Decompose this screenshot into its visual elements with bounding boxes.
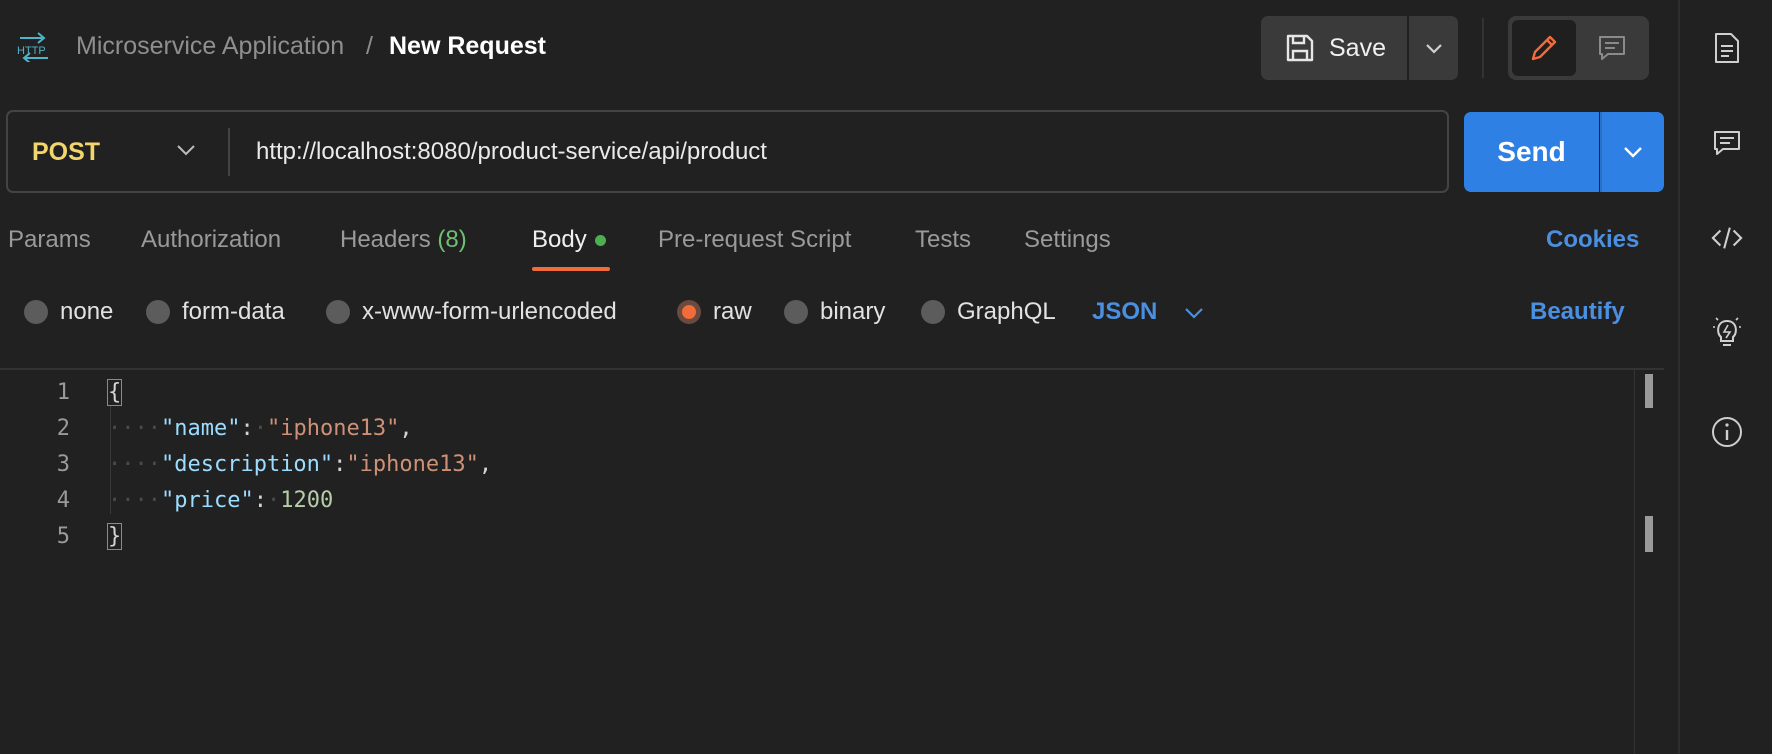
code-line: } [106, 523, 123, 550]
view-mode-toggle [1508, 16, 1649, 80]
json-key: "price" [160, 488, 254, 513]
json-key: "name" [160, 416, 241, 441]
body-type-none[interactable]: none [24, 298, 113, 326]
info-icon [1712, 417, 1742, 447]
body-type-label: raw [713, 298, 752, 325]
body-type-label: none [60, 298, 114, 325]
active-tab-underline [532, 267, 610, 271]
json-value: "iphone13" [346, 452, 479, 477]
documentation-button[interactable] [1711, 32, 1743, 64]
tab-pre-request-script[interactable]: Pre-request Script [658, 226, 851, 254]
comments-button[interactable] [1711, 127, 1743, 159]
floppy-disk-icon [1286, 34, 1314, 62]
line-number: 2 [56, 416, 70, 441]
header-divider [1482, 18, 1484, 78]
code-icon [1711, 227, 1743, 249]
body-type-label: form-data [182, 298, 285, 325]
beautify-button[interactable]: Beautify [1530, 298, 1625, 326]
related-button[interactable] [1711, 316, 1743, 348]
cookies-link[interactable]: Cookies [1546, 226, 1639, 254]
url-input[interactable]: http://localhost:8080/product-service/ap… [256, 138, 767, 166]
json-value: "iphone13" [266, 416, 400, 441]
open-brace: { [106, 379, 123, 406]
save-options-button[interactable] [1409, 16, 1458, 80]
body-type-label: GraphQL [957, 298, 1056, 325]
line-number: 5 [56, 524, 70, 549]
chevron-down-icon[interactable] [174, 138, 198, 162]
body-type-label: binary [820, 298, 886, 325]
code-line: ····"description":"iphone13", [108, 452, 493, 477]
body-indicator-dot [594, 235, 606, 247]
tab-body-label: Body [532, 226, 587, 253]
code-line: ····"price":·1200 [108, 488, 334, 513]
editor-scrollbar[interactable] [1634, 370, 1662, 754]
request-title[interactable]: New Request [389, 32, 546, 61]
comment-mode-button[interactable] [1580, 20, 1644, 76]
radio-button[interactable] [146, 300, 170, 324]
breadcrumb-collection[interactable]: Microservice Application [76, 32, 344, 61]
body-type-raw[interactable]: raw [677, 298, 752, 326]
right-sidebar [1678, 0, 1772, 754]
tab-body[interactable]: Body [532, 226, 606, 254]
radio-button[interactable] [784, 300, 808, 324]
comment-icon [1714, 131, 1740, 155]
code-line: { [106, 379, 123, 406]
http-icon: HTTP [17, 32, 48, 62]
save-label: Save [1329, 33, 1386, 62]
edit-mode-button[interactable] [1512, 20, 1576, 76]
scrollbar-thumb[interactable] [1645, 374, 1653, 408]
send-button[interactable]: Send [1464, 112, 1599, 192]
line-number: 3 [56, 452, 70, 477]
chevron-down-icon [1425, 44, 1442, 54]
url-divider [228, 128, 230, 176]
chevron-down-icon[interactable] [1182, 301, 1206, 325]
body-type-label: x-www-form-urlencoded [362, 298, 617, 325]
radio-button[interactable] [921, 300, 945, 324]
tab-authorization[interactable]: Authorization [141, 226, 281, 254]
breadcrumb-separator: / [366, 32, 373, 60]
language-select[interactable]: JSON [1092, 298, 1157, 326]
radio-button[interactable] [326, 300, 350, 324]
scrollbar-marker [1645, 516, 1653, 552]
body-type-form-data[interactable]: form-data [146, 298, 285, 326]
body-type-urlencoded[interactable]: x-www-form-urlencoded [326, 298, 617, 326]
body-type-binary[interactable]: binary [784, 298, 885, 326]
url-bar: POST http://localhost:8080/product-servi… [6, 110, 1449, 193]
svg-text:HTTP: HTTP [17, 45, 46, 57]
save-button[interactable]: Save [1261, 16, 1407, 80]
app-window: HTTP Microservice Application / New Requ… [0, 0, 1772, 754]
code-snippet-button[interactable] [1711, 222, 1743, 254]
comment-icon [1599, 36, 1625, 60]
radio-button-checked[interactable] [677, 300, 701, 324]
info-button[interactable] [1711, 416, 1743, 448]
tab-headers-label: Headers [340, 226, 431, 253]
document-icon [1715, 33, 1739, 63]
body-type-graphql[interactable]: GraphQL [921, 298, 1056, 326]
lightbulb-icon [1713, 317, 1741, 346]
pencil-icon [1531, 35, 1557, 61]
send-options-button[interactable] [1600, 112, 1664, 192]
radio-button[interactable] [24, 300, 48, 324]
line-number: 4 [56, 488, 70, 513]
code-line: ····"name":·"iphone13", [108, 416, 413, 441]
headers-count-badge: (8) [437, 226, 467, 253]
tab-params[interactable]: Params [8, 226, 91, 254]
code-editor[interactable]: 1 2 3 4 5 { ····"name":·"iphone13", ····… [0, 368, 1664, 754]
json-value: 1200 [280, 488, 334, 513]
tab-tests[interactable]: Tests [915, 226, 971, 254]
request-header: HTTP Microservice Application / New Requ… [0, 0, 1678, 96]
tab-headers[interactable]: Headers (8) [340, 226, 467, 254]
json-key: "description" [160, 452, 334, 477]
close-brace: } [106, 523, 123, 550]
line-number: 1 [56, 380, 70, 405]
tab-settings[interactable]: Settings [1024, 226, 1111, 254]
chevron-down-icon [1624, 147, 1642, 158]
method-select[interactable]: POST [32, 138, 100, 167]
